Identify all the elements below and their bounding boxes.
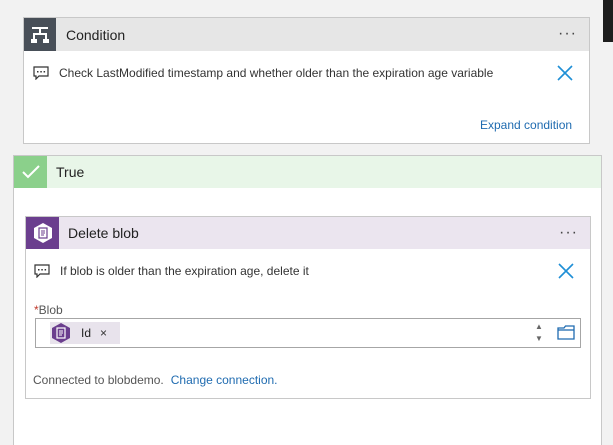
delete-blob-title: Delete blob: [68, 225, 139, 241]
blob-field-label-text: Blob: [38, 303, 63, 317]
blob-storage-icon: [26, 217, 59, 249]
condition-comment-text: Check LastModified timestamp and whether…: [59, 66, 494, 80]
close-icon[interactable]: [557, 65, 573, 81]
condition-icon: [24, 18, 56, 51]
window-edge: [603, 0, 613, 42]
token-label: Id: [81, 326, 92, 340]
delete-blob-comment[interactable]: If blob is older than the expiration age…: [34, 264, 309, 278]
canvas-right-margin: [603, 42, 613, 445]
check-icon: [14, 156, 47, 188]
scroll-stepper[interactable]: ▲ ▼: [533, 322, 545, 344]
blob-input[interactable]: Id × ▲ ▼: [35, 318, 581, 348]
expand-condition-link[interactable]: Expand condition: [480, 118, 572, 132]
delete-blob-header[interactable]: Delete blob ···: [26, 217, 590, 249]
connection-status: Connected to blobdemo.: [33, 373, 164, 387]
true-branch-header[interactable]: True: [14, 156, 601, 188]
blob-storage-icon: [50, 322, 72, 344]
folder-icon[interactable]: [557, 325, 575, 340]
change-connection-link[interactable]: Change connection.: [171, 373, 278, 387]
comment-icon: [34, 264, 50, 278]
chevron-down-icon[interactable]: ▼: [535, 334, 543, 344]
remove-token-button[interactable]: ×: [100, 326, 107, 340]
delete-blob-more-button[interactable]: ···: [559, 224, 578, 242]
dynamic-content-token[interactable]: Id ×: [50, 322, 120, 344]
delete-blob-comment-text: If blob is older than the expiration age…: [60, 264, 309, 278]
condition-card[interactable]: Condition ··· Check LastModified timesta…: [23, 17, 590, 144]
condition-comment[interactable]: Check LastModified timestamp and whether…: [33, 66, 493, 80]
condition-header[interactable]: Condition ···: [24, 18, 589, 51]
comment-icon: [33, 66, 49, 80]
connection-row: Connected to blobdemo. Change connection…: [33, 373, 278, 387]
condition-title: Condition: [66, 26, 126, 43]
chevron-up-icon[interactable]: ▲: [535, 322, 543, 332]
true-branch-label: True: [56, 164, 85, 180]
blob-field-label: *Blob: [34, 303, 63, 317]
delete-blob-card[interactable]: Delete blob ··· If blob is older than th…: [25, 216, 591, 399]
close-icon[interactable]: [558, 263, 574, 279]
condition-more-button[interactable]: ···: [558, 25, 577, 43]
canvas-top-strip: [0, 0, 603, 8]
